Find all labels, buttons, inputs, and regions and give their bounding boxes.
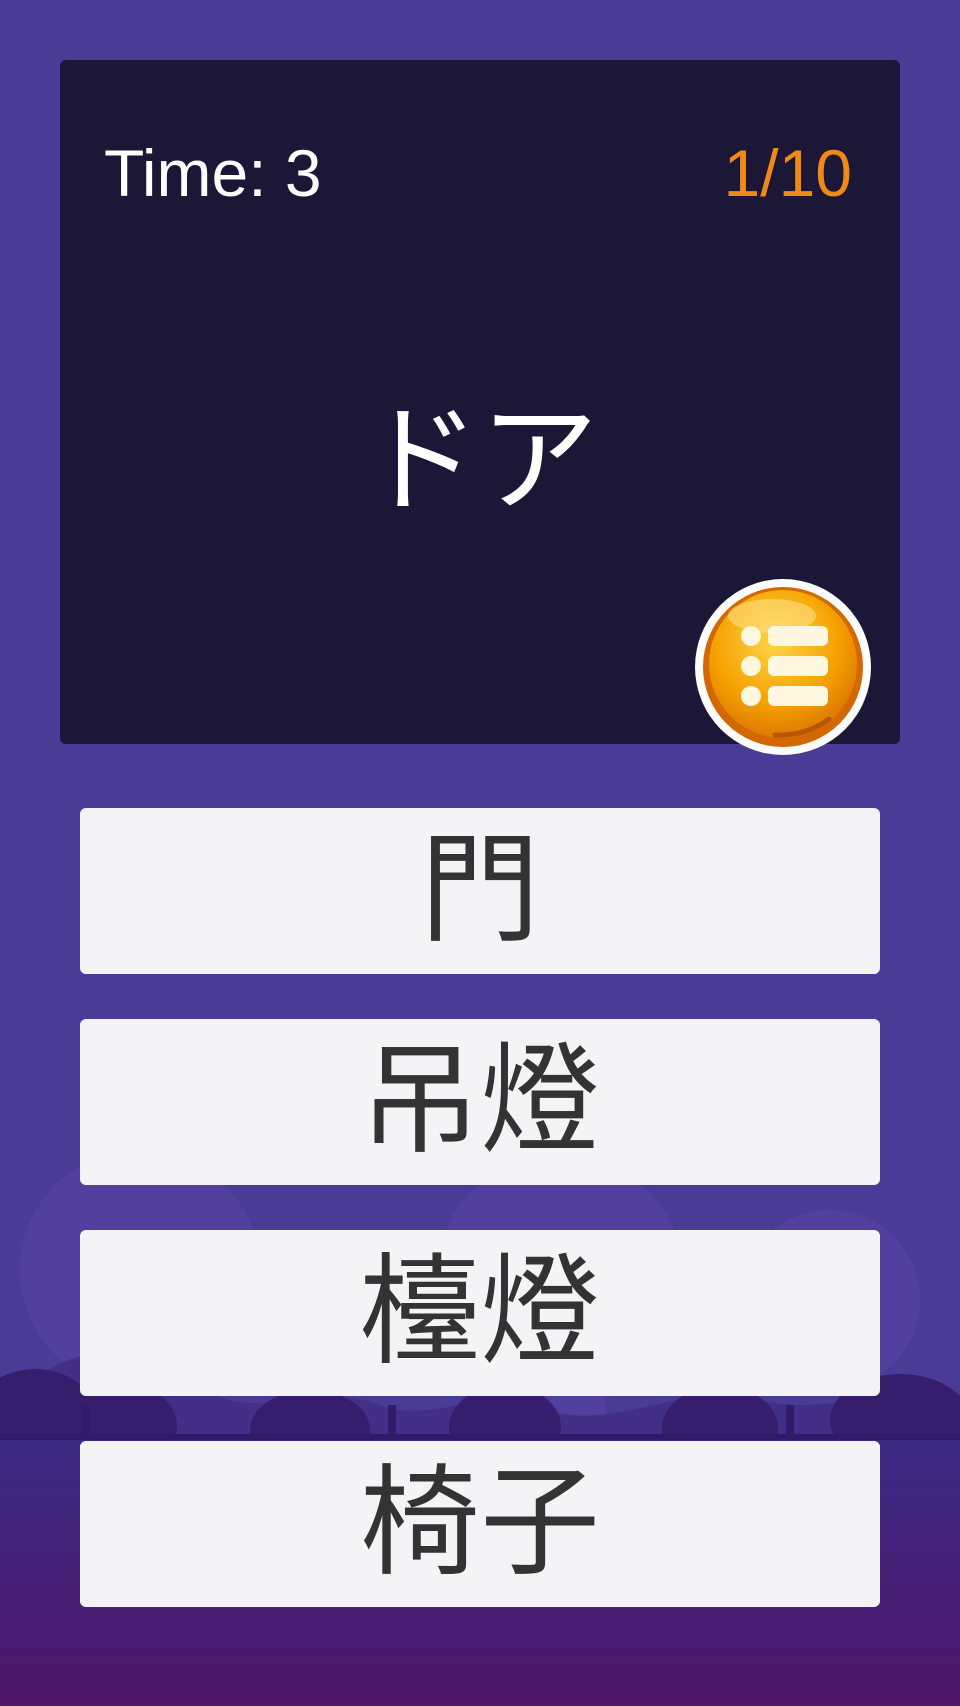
answer-button-2[interactable]: 吊燈 xyxy=(80,1019,880,1185)
answer-button-4[interactable]: 椅子 xyxy=(80,1441,880,1607)
answer-button-3[interactable]: 檯燈 xyxy=(80,1230,880,1396)
answer-button-1[interactable]: 門 xyxy=(80,808,880,974)
list-menu-icon xyxy=(695,579,871,755)
question-progress: 1/10 xyxy=(723,136,852,210)
prompt-word: ドア xyxy=(361,391,598,529)
menu-button[interactable] xyxy=(690,574,876,760)
timer-label: Time: 3 xyxy=(104,136,322,210)
